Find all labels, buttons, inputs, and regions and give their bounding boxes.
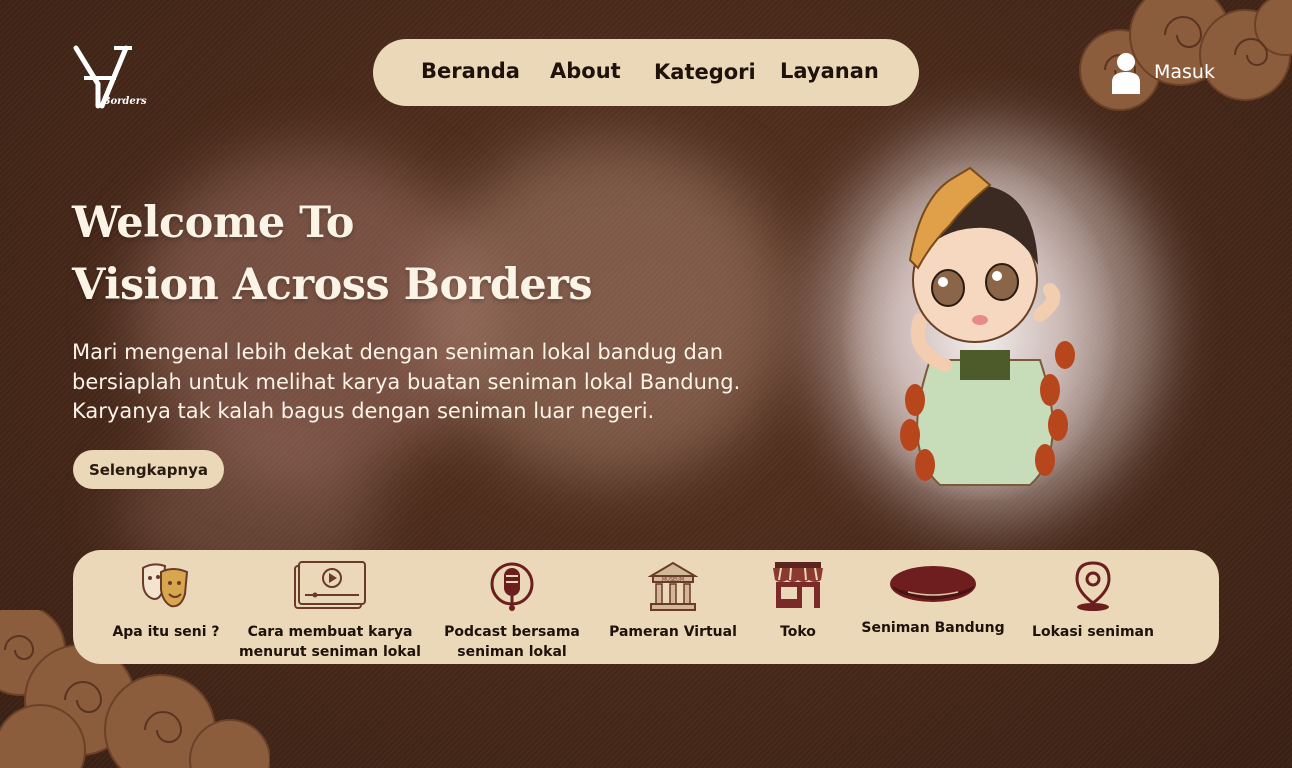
background-watercolor-center bbox=[430, 140, 790, 480]
hero-description: Mari mengenal lebih dekat dengan seniman… bbox=[72, 338, 772, 427]
hero-description-line: Karyanya tak kalah bagus dengan seniman … bbox=[72, 399, 655, 423]
nav-item-kategori[interactable]: Kategori bbox=[654, 60, 756, 84]
nav-item-layanan[interactable]: Layanan bbox=[780, 59, 879, 83]
category-cara-membuat-karya[interactable]: Cara membuat karya menurut seniman lokal bbox=[237, 550, 423, 664]
category-label-line: menurut seniman lokal bbox=[239, 644, 421, 660]
category-bar: Apa itu seni ? Cara membuat karya menuru… bbox=[73, 550, 1219, 664]
category-apa-itu-seni[interactable]: Apa itu seni ? bbox=[111, 550, 221, 664]
video-player-icon bbox=[294, 561, 366, 609]
category-label: Seniman Bandung bbox=[861, 620, 1005, 636]
user-icon bbox=[1112, 53, 1140, 94]
nav-item-beranda[interactable]: Beranda bbox=[421, 59, 520, 83]
hero-description-line: Mari mengenal lebih dekat dengan seniman… bbox=[72, 340, 724, 364]
login-label: Masuk bbox=[1154, 61, 1215, 83]
category-label-line: Podcast bersama bbox=[444, 624, 580, 640]
category-label: Apa itu seni ? bbox=[112, 624, 220, 640]
brand-logo[interactable]: Borders bbox=[70, 44, 160, 110]
category-toko[interactable]: Toko bbox=[763, 550, 833, 664]
category-pameran-virtual[interactable]: MUSEUM Pameran Virtual bbox=[603, 550, 743, 664]
logo-wordmark: Borders bbox=[102, 96, 147, 107]
category-label: Pameran Virtual bbox=[609, 624, 737, 640]
category-seniman-bandung[interactable]: Seniman Bandung bbox=[853, 550, 1013, 664]
category-label: Lokasi seniman bbox=[1032, 624, 1154, 640]
museum-icon: MUSEUM bbox=[648, 561, 698, 611]
category-label: Toko bbox=[780, 624, 816, 640]
microphone-icon bbox=[490, 562, 534, 611]
read-more-button[interactable]: Selengkapnya bbox=[73, 450, 224, 489]
mascot-character-illustration bbox=[840, 155, 1120, 500]
nav-item-about[interactable]: About bbox=[550, 59, 621, 83]
category-label: Podcast bersama seniman lokal bbox=[444, 622, 580, 662]
login-button[interactable]: Masuk bbox=[1110, 50, 1215, 94]
hero-description-line: bersiaplah untuk melihat karya buatan se… bbox=[72, 369, 741, 394]
category-label: Cara membuat karya menurut seniman lokal bbox=[239, 622, 421, 662]
beret-icon bbox=[890, 566, 976, 602]
theater-masks-icon bbox=[142, 563, 189, 608]
store-icon bbox=[773, 562, 823, 608]
location-pin-icon bbox=[1075, 561, 1111, 611]
category-podcast[interactable]: Podcast bersama seniman lokal bbox=[441, 550, 583, 664]
hero-title-line1: Welcome To bbox=[72, 198, 354, 248]
category-lokasi-seniman[interactable]: Lokasi seniman bbox=[1032, 550, 1154, 664]
category-label-line: seniman lokal bbox=[457, 644, 567, 660]
main-navigation: Beranda About Kategori Layanan bbox=[373, 39, 919, 106]
hero-title-line2: Vision Across Borders bbox=[72, 260, 593, 310]
museum-sign: MUSEUM bbox=[662, 577, 684, 583]
category-label-line: Cara membuat karya bbox=[247, 624, 413, 640]
